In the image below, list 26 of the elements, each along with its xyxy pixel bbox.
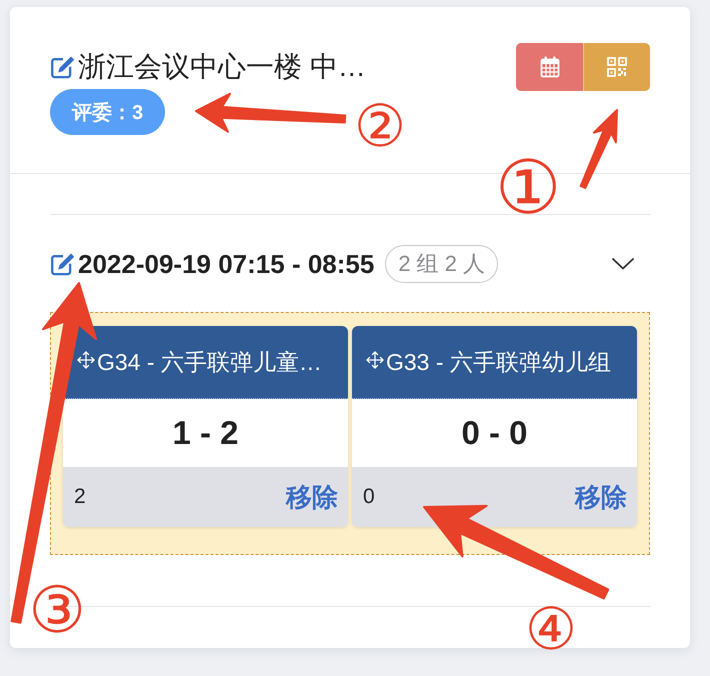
step-number: ① <box>494 151 562 225</box>
group-score: 1 - 2 <box>172 414 239 452</box>
edit-icon[interactable] <box>50 252 76 276</box>
group-card[interactable]: G34 - 六手联弹儿童… 1 - 2 2 移除 <box>63 326 348 527</box>
group-title: G34 - 六手联弹儿童… <box>97 348 322 376</box>
group-summary-badge: 2 组 2 人 <box>385 245 498 283</box>
step-number: ③ <box>28 578 86 642</box>
participant-count: 0 <box>363 485 375 509</box>
calendar-icon <box>540 56 560 78</box>
qr-code-icon <box>607 57 627 77</box>
session-time: 2022-09-19 07:15 - 08:55 <box>78 248 374 280</box>
group-title: G33 - 六手联弹幼儿组 <box>386 348 611 376</box>
participant-count: 2 <box>74 485 86 509</box>
move-icon[interactable] <box>77 351 95 369</box>
remove-link[interactable]: 移除 <box>575 480 627 514</box>
chevron-down-icon[interactable] <box>612 258 634 270</box>
group-score: 0 - 0 <box>461 414 528 452</box>
step-number: ② <box>353 98 407 156</box>
judges-badge: 评委：3 <box>50 89 166 135</box>
remove-link[interactable]: 移除 <box>286 480 338 514</box>
group-card[interactable]: G33 - 六手联弹幼儿组 0 - 0 0 移除 <box>352 326 637 527</box>
move-icon[interactable] <box>366 351 384 369</box>
edit-icon[interactable] <box>50 55 76 79</box>
calendar-button[interactable] <box>516 43 583 91</box>
step-number: ④ <box>524 601 578 659</box>
venue-title: 浙江会议中心一楼 中… <box>78 50 366 84</box>
